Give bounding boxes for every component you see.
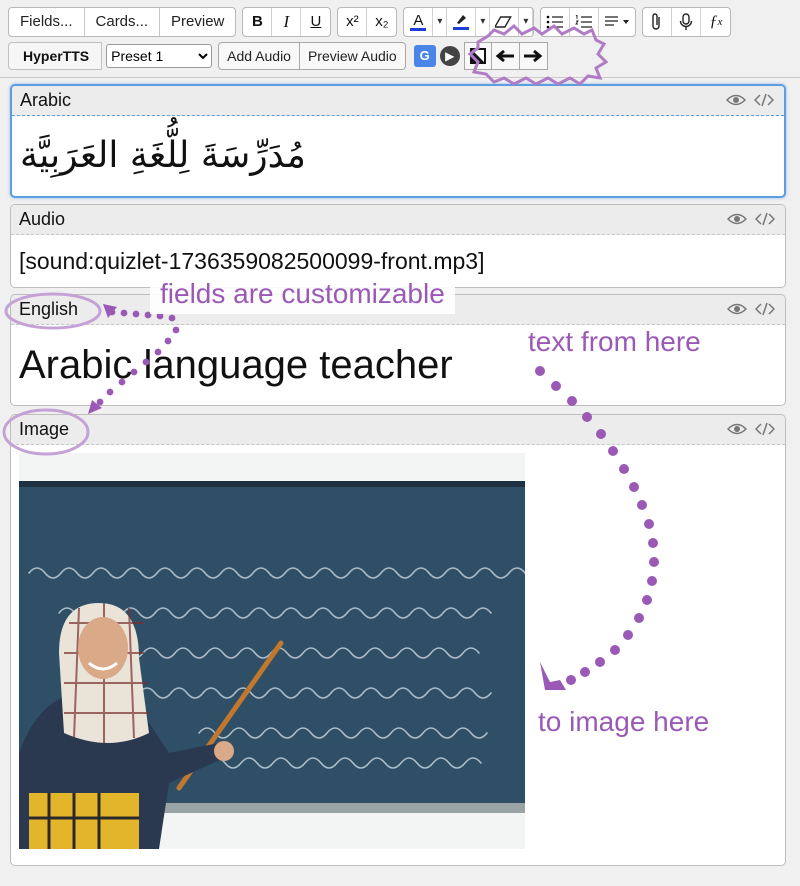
add-audio-button[interactable]: Add Audio (218, 41, 300, 70)
subscript-button[interactable]: x₂ (367, 8, 396, 36)
annotation-to-image-here: to image here (538, 706, 710, 737)
html-editor-icon[interactable] (755, 421, 775, 437)
editor-toolbar: Fields... Cards... Preview B I U x² x₂ A… (8, 6, 732, 37)
hypertts-toolbar: HyperTTS Preset 1 Add Audio Preview Audi… (8, 41, 548, 70)
numbered-list-icon (575, 14, 593, 28)
annotation-fields-customizable: fields are customizable (150, 276, 455, 314)
record-audio-button[interactable] (672, 7, 702, 36)
eraser-button[interactable] (490, 7, 520, 36)
toolbar-divider (0, 77, 800, 78)
highlight-color-button[interactable] (447, 7, 477, 36)
arrow-left-icon (495, 49, 515, 62)
annotation-text-from-here: text from here (528, 326, 701, 357)
bold-button[interactable]: B (243, 7, 273, 36)
field-label: Arabic (20, 90, 72, 110)
hypertts-label: HyperTTS (8, 41, 103, 70)
align-icon (605, 15, 630, 26)
preview-button[interactable]: Preview (160, 8, 235, 36)
field-header: Arabic (12, 86, 784, 116)
microphone-icon (680, 12, 693, 30)
html-editor-icon[interactable] (755, 211, 775, 227)
script-group: x² x₂ (337, 6, 398, 37)
eye-icon[interactable] (727, 301, 747, 317)
image-search-button[interactable] (463, 41, 492, 70)
align-button[interactable] (599, 8, 635, 36)
field-header: Image (11, 415, 785, 445)
italic-button[interactable]: I (272, 7, 302, 36)
arabic-text[interactable]: مُدَرِّسَةَ لِلُّغَةِ العَرَبِيَّة (20, 132, 306, 180)
play-circle-icon[interactable]: ▶ (439, 45, 460, 66)
field-label: Image (19, 419, 70, 439)
note-buttons: Fields... Cards... Preview (8, 6, 237, 37)
field-label: English (19, 299, 79, 319)
english-text[interactable]: Arabic language teacher (19, 343, 453, 388)
next-image-button[interactable] (519, 41, 548, 70)
audio-tag-text[interactable]: [sound:quizlet-1736359082500099-front.mp… (19, 248, 484, 275)
chevron-down-icon[interactable]: ▾ (433, 7, 448, 36)
preset-select[interactable]: Preset 1 (106, 43, 213, 68)
field-arabic: Arabic مُدَرِّسَةَ لِلُّغَةِ العَرَبِيَّ… (10, 84, 786, 198)
eye-icon[interactable] (727, 421, 747, 437)
field-header: Audio (11, 205, 785, 235)
superscript-button[interactable]: x² (338, 7, 368, 36)
list-group (540, 6, 637, 37)
paperclip-icon (652, 12, 661, 30)
teacher-chalkboard-image[interactable] (19, 453, 525, 849)
cards-button[interactable]: Cards... (85, 7, 161, 36)
attach-button[interactable] (643, 7, 673, 36)
field-label: Audio (19, 209, 66, 229)
fields-button[interactable]: Fields... (9, 7, 85, 36)
chevron-down-icon[interactable]: ▾ (476, 7, 491, 36)
bullet-list-icon (547, 15, 564, 28)
google-translate-icon[interactable]: G (413, 44, 436, 67)
numbered-list-button[interactable] (570, 7, 600, 36)
bullet-list-button[interactable] (541, 7, 571, 36)
arrow-right-icon (524, 49, 543, 62)
eye-icon[interactable] (726, 92, 746, 108)
field-image: Image (10, 414, 786, 866)
eraser-icon (495, 15, 513, 28)
html-editor-icon[interactable] (755, 301, 775, 317)
preview-audio-button[interactable]: Preview Audio (299, 41, 406, 70)
insert-group: ƒx (642, 6, 732, 37)
color-group: A ▾ ▾ ▾ (403, 6, 535, 37)
html-editor-icon[interactable] (754, 92, 774, 108)
underline-button[interactable]: U (301, 8, 330, 36)
text-format-group: B I U (242, 6, 332, 37)
image-icon (469, 47, 486, 64)
chevron-down-icon[interactable]: ▾ (519, 7, 534, 36)
previous-image-button[interactable] (491, 41, 520, 70)
marker-icon (457, 15, 467, 24)
eye-icon[interactable] (727, 211, 747, 227)
mathjax-button[interactable]: ƒx (701, 8, 730, 36)
text-color-button[interactable]: A (404, 7, 434, 36)
field-editor[interactable]: مُدَرِّسَةَ لِلُّغَةِ العَرَبِيَّة (12, 116, 784, 196)
